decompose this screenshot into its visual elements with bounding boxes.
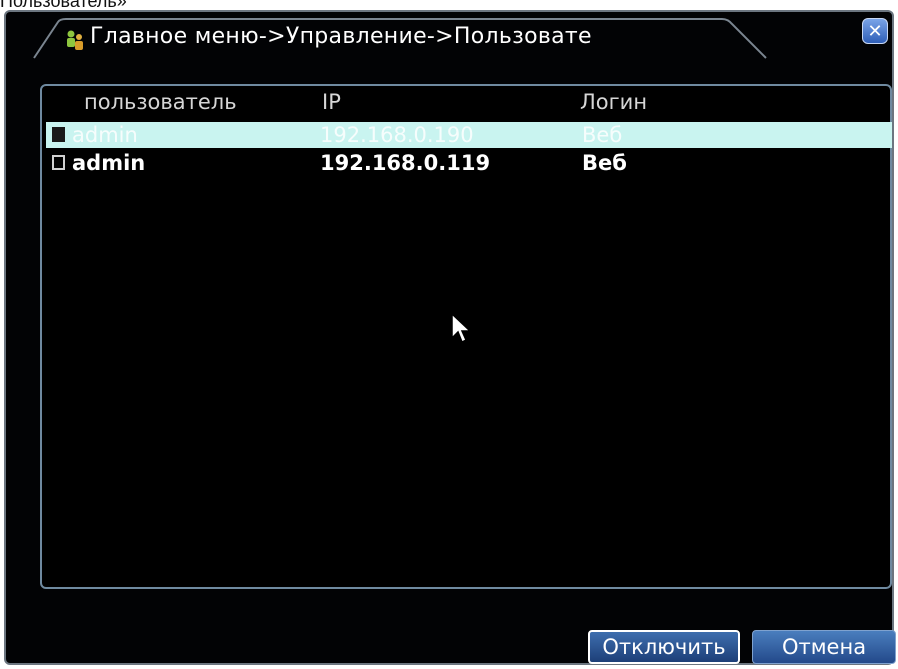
close-button[interactable]: ✕ bbox=[862, 18, 888, 44]
close-icon: ✕ bbox=[867, 20, 883, 42]
table-row[interactable]: admin 192.168.0.119 Веб bbox=[46, 150, 892, 176]
column-header-user: пользователь bbox=[84, 90, 237, 114]
users-icon bbox=[64, 29, 86, 51]
dialog-title: Главное меню->Управление->Пользовате bbox=[90, 24, 592, 49]
disconnect-button[interactable]: Отключить bbox=[588, 630, 740, 664]
row-checkbox[interactable] bbox=[52, 155, 65, 170]
row-login: Веб bbox=[582, 123, 623, 147]
cancel-button[interactable]: Отмена bbox=[752, 630, 896, 664]
title-bar: Главное меню->Управление->Пользовате bbox=[32, 18, 767, 60]
online-users-dialog: Главное меню->Управление->Пользовате ✕ п… bbox=[4, 10, 896, 665]
row-checkbox[interactable] bbox=[52, 127, 65, 142]
mouse-cursor-icon bbox=[450, 312, 472, 349]
column-header-login: Логин bbox=[580, 90, 648, 114]
table-row[interactable]: admin 192.168.0.190 Веб bbox=[46, 122, 892, 148]
row-login: Веб bbox=[582, 151, 627, 175]
row-user: admin bbox=[72, 123, 138, 147]
column-header-ip: IP bbox=[322, 90, 341, 114]
row-ip: 192.168.0.119 bbox=[320, 151, 491, 175]
row-ip: 192.168.0.190 bbox=[320, 123, 474, 147]
row-user: admin bbox=[72, 151, 146, 175]
